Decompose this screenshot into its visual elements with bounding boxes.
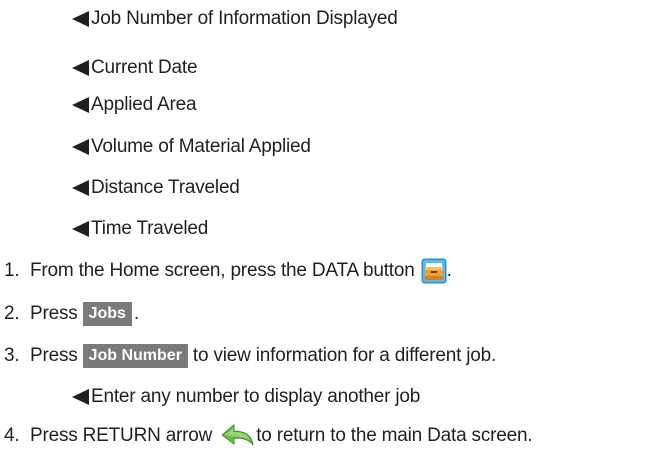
list-item: Time Traveled bbox=[72, 216, 208, 242]
list-item-label: Applied Area bbox=[91, 94, 197, 115]
step-text: to return to the main Data screen. bbox=[256, 425, 533, 446]
list-item: Job Number of Information Displayed bbox=[72, 6, 398, 32]
step-3: 3. Press Job Number to view information … bbox=[4, 343, 496, 369]
left-triangle-icon bbox=[72, 11, 89, 27]
list-item: Enter any number to display another job bbox=[72, 384, 420, 410]
left-triangle-icon bbox=[72, 97, 89, 113]
step-number: 1. bbox=[4, 260, 20, 281]
list-item-label: Job Number of Information Displayed bbox=[91, 8, 398, 29]
step-1: 1. From the Home screen, press the DATA … bbox=[4, 258, 452, 284]
step-2: 2. Press Jobs . bbox=[4, 301, 139, 327]
step-number: 2. bbox=[4, 303, 20, 324]
list-item-label: Distance Traveled bbox=[91, 177, 240, 198]
job-number-button[interactable]: Job Number bbox=[82, 344, 188, 368]
list-item: Current Date bbox=[72, 55, 198, 81]
return-arrow-icon[interactable] bbox=[220, 423, 256, 449]
step-text: From the Home screen, press the DATA but… bbox=[30, 260, 415, 281]
step-text: Press bbox=[30, 345, 78, 366]
step-number: 3. bbox=[4, 345, 20, 366]
list-item-label: Time Traveled bbox=[91, 218, 209, 239]
step-text: Press bbox=[30, 303, 78, 324]
jobs-button[interactable]: Jobs bbox=[82, 302, 132, 326]
list-item: Distance Traveled bbox=[72, 175, 240, 201]
left-triangle-icon bbox=[72, 139, 89, 155]
left-triangle-icon bbox=[72, 389, 89, 405]
step-4: 4. Press RETURN arrow to return to the m… bbox=[4, 423, 533, 449]
step-number: 4. bbox=[4, 425, 20, 446]
step-text: to view information for a different job. bbox=[192, 345, 497, 366]
step-text: . bbox=[446, 260, 452, 281]
data-folder-icon[interactable] bbox=[421, 258, 447, 284]
left-triangle-icon bbox=[72, 221, 89, 237]
list-item-label: Enter any number to display another job bbox=[91, 386, 421, 407]
list-item-label: Current Date bbox=[91, 57, 198, 78]
step-text: . bbox=[133, 303, 140, 324]
step-text: Press RETURN arrow bbox=[30, 425, 213, 446]
list-item: Volume of Material Applied bbox=[72, 134, 311, 160]
list-item: Applied Area bbox=[72, 92, 197, 118]
list-item-label: Volume of Material Applied bbox=[91, 136, 311, 157]
left-triangle-icon bbox=[72, 60, 89, 76]
left-triangle-icon bbox=[72, 180, 89, 196]
